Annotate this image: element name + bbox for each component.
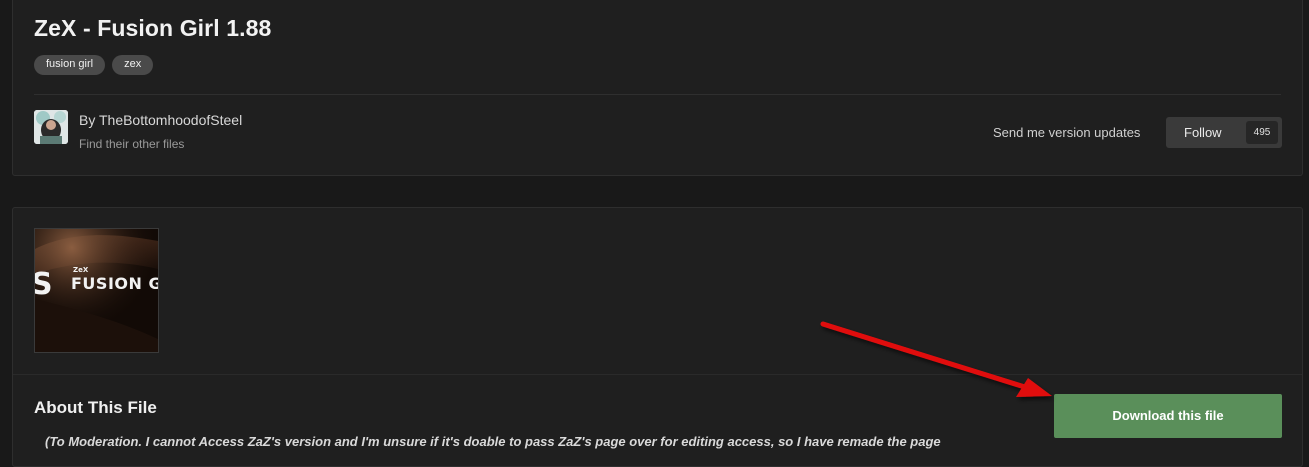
find-other-files-link[interactable]: Find their other files (79, 137, 184, 151)
follow-button[interactable]: Follow 495 (1166, 117, 1282, 148)
download-button[interactable]: Download this file (1054, 394, 1282, 438)
logo-small-text: ZeX (73, 266, 89, 274)
logo-mark-text: S (35, 267, 53, 302)
version-updates-label: Send me version updates (993, 125, 1141, 140)
header-divider (34, 94, 1281, 95)
follower-count-badge: 495 (1246, 121, 1278, 144)
file-thumbnail[interactable]: S ZeX FUSION G (34, 228, 159, 353)
follow-button-label: Follow (1184, 125, 1222, 140)
author-name-link[interactable]: By TheBottomhoodofSteel (79, 112, 242, 128)
tag-zex[interactable]: zex (112, 55, 154, 75)
author-avatar[interactable] (34, 110, 68, 144)
file-main-card: S ZeX FUSION G About This File (To Moder… (12, 207, 1303, 467)
file-header-card: ZeX - Fusion Girl 1.88 fusion girl zex B… (12, 0, 1303, 176)
logo-text: FUSION G (71, 274, 158, 293)
tag-list: fusion girl zex (34, 55, 154, 75)
section-divider (13, 374, 1302, 375)
about-description: (To Moderation. I cannot Access ZaZ's ve… (45, 434, 941, 449)
about-heading: About This File (34, 398, 157, 417)
tag-fusion-girl[interactable]: fusion girl (34, 55, 106, 75)
file-title: ZeX - Fusion Girl 1.88 (34, 15, 272, 41)
